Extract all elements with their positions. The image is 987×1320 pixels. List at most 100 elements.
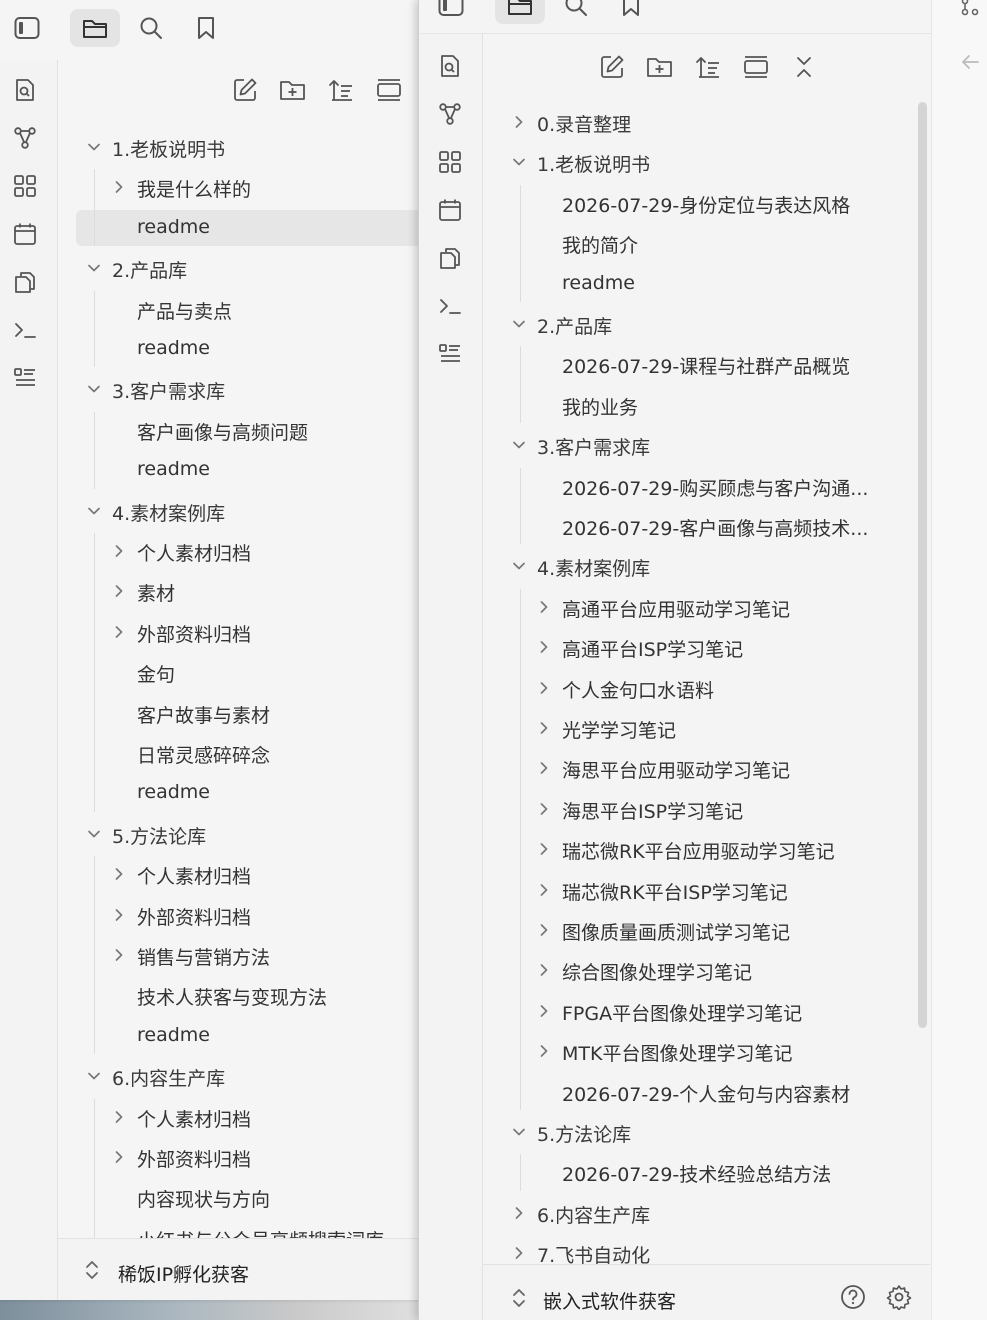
tree-file[interactable]: readme xyxy=(59,211,419,245)
tree-subfolder[interactable]: 个人素材归档 xyxy=(59,534,419,568)
tree-subfolder[interactable]: 高通平台应用驱动学习笔记 xyxy=(484,590,894,624)
tree-subfolder[interactable]: 个人素材归档 xyxy=(59,1100,419,1134)
sidebar-toggle-icon[interactable] xyxy=(2,9,52,47)
tree-file[interactable]: readme xyxy=(59,1019,419,1053)
tree-subfolder[interactable]: 素材 xyxy=(59,574,419,608)
chevron-right-icon[interactable] xyxy=(111,179,127,195)
canvas-icon[interactable] xyxy=(9,170,41,202)
tree-subfolder[interactable]: 瑞芯微RK平台ISP学习笔记 xyxy=(484,873,894,907)
scrollbar[interactable] xyxy=(918,102,927,1028)
new-folder-icon[interactable] xyxy=(645,52,675,82)
tree-subfolder[interactable]: 外部资料归档 xyxy=(59,1140,419,1174)
chevron-right-icon[interactable] xyxy=(511,114,527,130)
tree-folder[interactable]: 7.飞书自动化 xyxy=(484,1236,894,1264)
tree-file[interactable]: 技术人获客与变现方法 xyxy=(59,978,419,1012)
tree-file[interactable]: 2026-07-29-身份定位与表达风格 xyxy=(484,186,894,220)
tree-subfolder[interactable]: 外部资料归档 xyxy=(59,898,419,932)
graph-view-icon[interactable] xyxy=(960,0,980,20)
back-arrow-icon[interactable] xyxy=(960,52,980,72)
tree-file[interactable]: 2026-07-29-购买顾虑与客户沟通... xyxy=(484,469,894,503)
chevron-right-icon[interactable] xyxy=(111,583,127,599)
chevron-right-icon[interactable] xyxy=(111,947,127,963)
tree-subfolder[interactable]: 高通平台ISP学习笔记 xyxy=(484,630,894,664)
chevron-right-icon[interactable] xyxy=(111,624,127,640)
tree-folder[interactable]: 2.产品库 xyxy=(59,251,419,285)
tree-subfolder[interactable]: 海思平台ISP学习笔记 xyxy=(484,792,894,826)
sidebar-toggle-icon[interactable] xyxy=(426,0,476,24)
copy-icon[interactable] xyxy=(434,242,466,274)
chevron-right-icon[interactable] xyxy=(536,882,552,898)
tree-folder[interactable]: 0.录音整理 xyxy=(484,105,894,139)
calendar-icon[interactable] xyxy=(434,194,466,226)
terminal-icon[interactable] xyxy=(9,314,41,346)
search-icon[interactable] xyxy=(126,9,176,47)
chevron-right-icon[interactable] xyxy=(111,866,127,882)
tree-folder[interactable]: 1.老板说明书 xyxy=(484,145,894,179)
chevron-right-icon[interactable] xyxy=(111,543,127,559)
list-icon[interactable] xyxy=(9,362,41,394)
chevron-down-icon[interactable] xyxy=(511,316,527,332)
tree-subfolder[interactable]: 图像质量画质测试学习笔记 xyxy=(484,913,894,947)
chevron-right-icon[interactable] xyxy=(536,801,552,817)
bookmark-icon[interactable] xyxy=(181,9,231,47)
new-folder-icon[interactable] xyxy=(278,75,308,105)
tree-folder[interactable]: 3.客户需求库 xyxy=(484,428,894,462)
tree-file[interactable]: 2026-07-29-技术经验总结方法 xyxy=(484,1155,894,1189)
tree-subfolder[interactable]: 外部资料归档 xyxy=(59,615,419,649)
vault-switcher[interactable]: 嵌入式软件获客 xyxy=(483,1264,930,1320)
chevron-right-icon[interactable] xyxy=(536,599,552,615)
tree-file[interactable]: readme xyxy=(59,453,419,487)
sort-icon[interactable] xyxy=(326,75,356,105)
tree-subfolder[interactable]: 瑞芯微RK平台应用驱动学习笔记 xyxy=(484,832,894,866)
chevron-right-icon[interactable] xyxy=(536,639,552,655)
chevron-right-icon[interactable] xyxy=(536,841,552,857)
search-icon[interactable] xyxy=(551,0,601,24)
tree-file[interactable]: 内容现状与方向 xyxy=(59,1180,419,1214)
tree-subfolder[interactable]: 光学学习笔记 xyxy=(484,711,894,745)
chevron-right-icon[interactable] xyxy=(536,1043,552,1059)
tree-file[interactable]: 客户画像与高频问题 xyxy=(59,413,419,447)
new-note-icon[interactable] xyxy=(597,52,627,82)
tree-folder[interactable]: 3.客户需求库 xyxy=(59,372,419,406)
tree-subfolder[interactable]: 个人素材归档 xyxy=(59,857,419,891)
tree-subfolder[interactable]: FPGA平台图像处理学习笔记 xyxy=(484,994,894,1028)
chevron-down-icon[interactable] xyxy=(511,1124,527,1140)
vault-switcher[interactable]: 稀饭IP孵化获客 xyxy=(58,1238,419,1300)
tree-file[interactable]: 2026-07-29-客户画像与高频技术... xyxy=(484,509,894,543)
tree-subfolder[interactable]: MTK平台图像处理学习笔记 xyxy=(484,1034,894,1068)
canvas-icon[interactable] xyxy=(434,146,466,178)
chevron-right-icon[interactable] xyxy=(111,1149,127,1165)
chevron-down-icon[interactable] xyxy=(511,558,527,574)
chevron-down-icon[interactable] xyxy=(86,826,102,842)
collapse-all-icon[interactable] xyxy=(789,52,819,82)
tree-file[interactable]: 2026-07-29-个人金句与内容素材 xyxy=(484,1075,894,1109)
tree-folder[interactable]: 1.老板说明书 xyxy=(59,130,419,164)
search-file-icon[interactable] xyxy=(9,74,41,106)
new-note-icon[interactable] xyxy=(230,75,260,105)
chevron-down-icon[interactable] xyxy=(86,139,102,155)
tree-file[interactable]: readme xyxy=(484,267,894,301)
chevron-down-icon[interactable] xyxy=(86,1068,102,1084)
chevron-right-icon[interactable] xyxy=(536,962,552,978)
chevron-right-icon[interactable] xyxy=(111,1109,127,1125)
tree-file[interactable]: 日常灵感碎碎念 xyxy=(59,736,419,770)
folder-icon[interactable] xyxy=(495,0,545,24)
graph-icon[interactable] xyxy=(9,122,41,154)
tree-file[interactable]: 小红书与公众号高频搜索词库 xyxy=(59,1221,419,1238)
tree-folder[interactable]: 4.素材案例库 xyxy=(484,549,894,583)
chevron-right-icon[interactable] xyxy=(536,760,552,776)
tree-subfolder[interactable]: 综合图像处理学习笔记 xyxy=(484,953,894,987)
tree-file[interactable]: 客户故事与素材 xyxy=(59,696,419,730)
chevron-right-icon[interactable] xyxy=(536,680,552,696)
search-file-icon[interactable] xyxy=(434,50,466,82)
tree-file[interactable]: 我的简介 xyxy=(484,226,894,260)
collapse-icon[interactable] xyxy=(741,52,771,82)
tree-subfolder[interactable]: 个人金句口水语料 xyxy=(484,671,894,705)
tree-folder[interactable]: 2.产品库 xyxy=(484,307,894,341)
folder-icon[interactable] xyxy=(70,9,120,47)
calendar-icon[interactable] xyxy=(9,218,41,250)
chevron-right-icon[interactable] xyxy=(536,720,552,736)
chevron-down-icon[interactable] xyxy=(86,503,102,519)
tree-file[interactable]: 金句 xyxy=(59,655,419,689)
tree-subfolder[interactable]: 我是什么样的 xyxy=(59,170,419,204)
